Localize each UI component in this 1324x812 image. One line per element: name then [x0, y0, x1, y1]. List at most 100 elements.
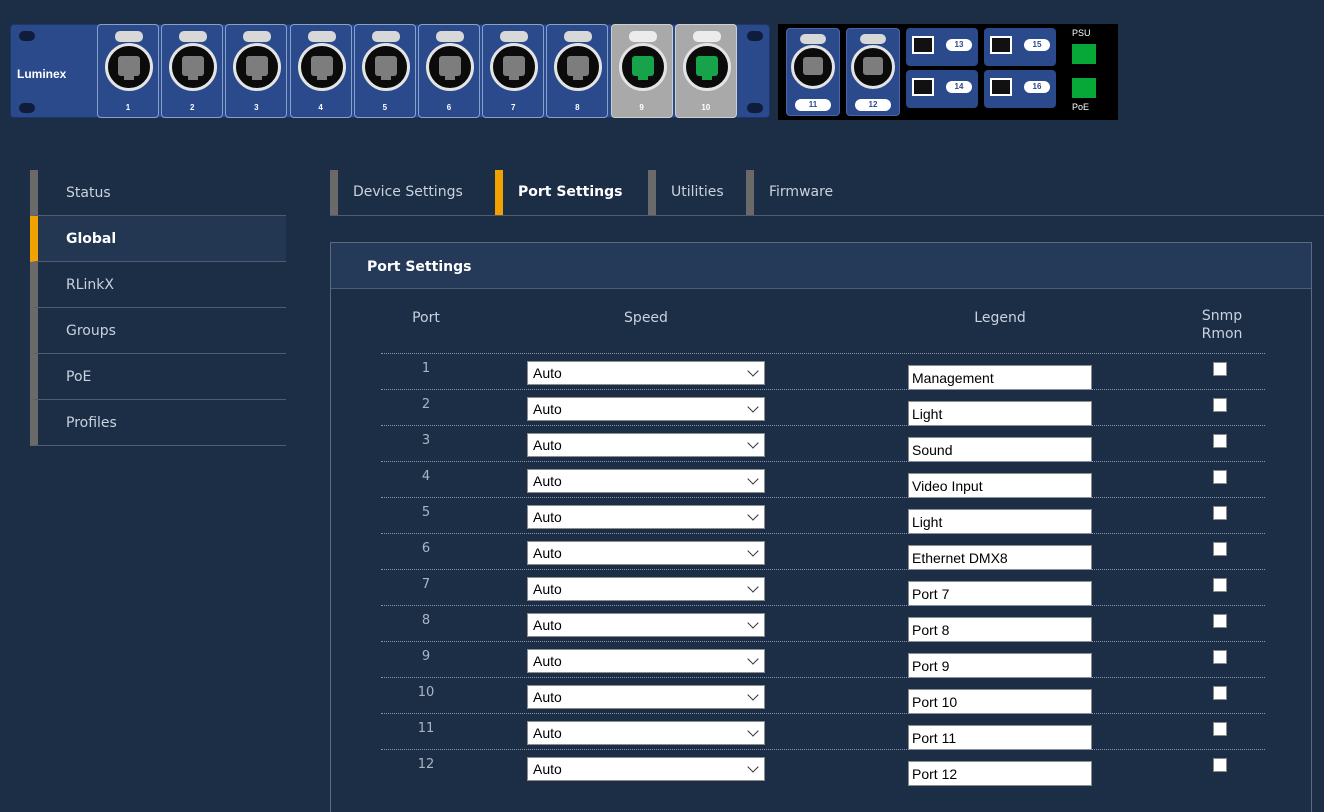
sidebar-item-status[interactable]: Status	[30, 170, 286, 216]
snmp-rmon-checkbox[interactable]	[1213, 758, 1227, 772]
latch-tab	[692, 31, 721, 42]
sfp-slot-15[interactable]: 15	[984, 28, 1056, 66]
rj45-connector-icon	[233, 43, 282, 91]
table-row: 12 Auto Port 12	[381, 749, 1265, 786]
sfp-slot-13[interactable]: 13	[906, 28, 978, 66]
legend-input[interactable]: Management	[908, 365, 1092, 390]
tab-port-settings[interactable]: Port Settings	[495, 170, 622, 215]
speed-select[interactable]: Auto	[527, 613, 765, 637]
snmp-rmon-checkbox[interactable]	[1213, 362, 1227, 376]
speed-value: Auto	[533, 761, 562, 777]
port-number-cell: 5	[421, 505, 431, 520]
tab-firmware[interactable]: Firmware	[746, 170, 833, 215]
port-9[interactable]: 9	[610, 24, 673, 118]
snmp-rmon-checkbox[interactable]	[1213, 398, 1227, 412]
sidebar-item-poe[interactable]: PoE	[30, 354, 286, 400]
speed-value: Auto	[533, 437, 562, 453]
rj45-connector-icon	[361, 43, 410, 91]
legend-input[interactable]: Port 11	[908, 725, 1092, 750]
port-6[interactable]: 6	[418, 24, 480, 118]
tab-device-settings[interactable]: Device Settings	[330, 170, 463, 215]
port-number-cell: 6	[421, 541, 431, 556]
speed-select[interactable]: Auto	[527, 397, 765, 421]
speed-select[interactable]: Auto	[527, 469, 765, 493]
table-row: 8 Auto Port 8	[381, 605, 1265, 642]
table-row: 2 Auto Light	[381, 389, 1265, 426]
legend-input[interactable]: Port 10	[908, 689, 1092, 714]
sfp-slot-16[interactable]: 16	[984, 70, 1056, 108]
speed-select[interactable]: Auto	[527, 361, 765, 385]
legend-input[interactable]: Light	[908, 509, 1092, 534]
port-4[interactable]: 4	[289, 24, 352, 118]
snmp-rmon-checkbox[interactable]	[1213, 506, 1227, 520]
port-number-cell: 2	[421, 397, 431, 412]
column-header-legend: Legend	[974, 310, 1026, 326]
snmp-rmon-checkbox[interactable]	[1213, 614, 1227, 628]
sidebar-item-global[interactable]: Global	[30, 216, 286, 262]
chevron-down-icon	[747, 545, 759, 557]
port-3[interactable]: 3	[225, 24, 288, 118]
snmp-rmon-checkbox[interactable]	[1213, 542, 1227, 556]
snmp-rmon-checkbox[interactable]	[1213, 650, 1227, 664]
rack-ear-hole	[747, 103, 763, 113]
speed-select[interactable]: Auto	[527, 541, 765, 565]
snmp-rmon-checkbox[interactable]	[1213, 686, 1227, 700]
legend-input[interactable]: Sound	[908, 437, 1092, 462]
sfp-slot-14[interactable]: 14	[906, 70, 978, 108]
port-number-cell: 9	[421, 649, 431, 664]
legend-input[interactable]: Port 7	[908, 581, 1092, 606]
rj45-connector-icon	[490, 43, 539, 91]
port-number: 8	[575, 103, 580, 112]
poe-led	[1072, 78, 1096, 98]
speed-select[interactable]: Auto	[527, 757, 765, 781]
rj45-connector-icon	[554, 43, 603, 91]
sidebar-item-profiles[interactable]: Profiles	[30, 400, 286, 446]
speed-select[interactable]: Auto	[527, 505, 765, 529]
legend-input[interactable]: Port 12	[908, 761, 1092, 786]
tab-utilities[interactable]: Utilities	[648, 170, 724, 215]
port-number: 5	[382, 103, 388, 112]
chevron-down-icon	[747, 725, 759, 737]
port-number-cell: 8	[421, 613, 431, 628]
column-header-snmp-text: Snmp Rmon	[1201, 308, 1243, 342]
legend-input[interactable]: Port 8	[908, 617, 1092, 642]
legend-input[interactable]: Ethernet DMX8	[908, 545, 1092, 570]
latch-tab	[371, 31, 400, 42]
port-number: 14	[946, 81, 972, 93]
snmp-rmon-checkbox[interactable]	[1213, 434, 1227, 448]
tab-bar: Device Settings Port Settings Utilities …	[330, 170, 1324, 216]
speed-select[interactable]: Auto	[527, 721, 765, 745]
port-settings-panel: Port Settings Port Speed Legend Snmp Rmo…	[330, 242, 1312, 812]
speed-value: Auto	[533, 725, 562, 741]
port-number: 9	[639, 103, 644, 112]
port-number-cell: 3	[421, 433, 431, 448]
port-number: 11	[795, 99, 831, 111]
port-1[interactable]: 1	[97, 24, 159, 118]
snmp-rmon-checkbox[interactable]	[1213, 470, 1227, 484]
speed-select[interactable]: Auto	[527, 577, 765, 601]
port-table: 1 Auto Management 2 Auto Light 3 Auto Sound 4 Auto…	[381, 353, 1265, 786]
snmp-rmon-checkbox[interactable]	[1213, 722, 1227, 736]
legend-input[interactable]: Video Input	[908, 473, 1092, 498]
speed-select[interactable]: Auto	[527, 433, 765, 457]
snmp-rmon-checkbox[interactable]	[1213, 578, 1227, 592]
speed-select[interactable]: Auto	[527, 649, 765, 673]
port-12[interactable]: 12	[846, 28, 900, 116]
port-11[interactable]: 11	[786, 28, 840, 116]
chevron-down-icon	[747, 401, 759, 413]
speed-select[interactable]: Auto	[527, 685, 765, 709]
legend-input[interactable]: Port 9	[908, 653, 1092, 678]
table-row: 1 Auto Management	[381, 353, 1265, 390]
port-2[interactable]: 2	[161, 24, 224, 118]
port-10[interactable]: 10	[674, 24, 737, 118]
rj45-connector-icon	[169, 43, 218, 91]
legend-input[interactable]: Light	[908, 401, 1092, 426]
port-8[interactable]: 8	[546, 24, 609, 118]
sidebar-item-rlinkx[interactable]: RLinkX	[30, 262, 286, 308]
sidebar-item-groups[interactable]: Groups	[30, 308, 286, 354]
rack-ear-hole	[747, 31, 763, 41]
device-panel: Luminex 1 2 3 4 5 6 7 8 9 10 11 12 13 14 15 16 PS…	[10, 10, 1324, 120]
port-5[interactable]: 5	[353, 24, 416, 118]
rack-ear-hole	[19, 31, 35, 41]
port-7[interactable]: 7	[482, 24, 545, 118]
